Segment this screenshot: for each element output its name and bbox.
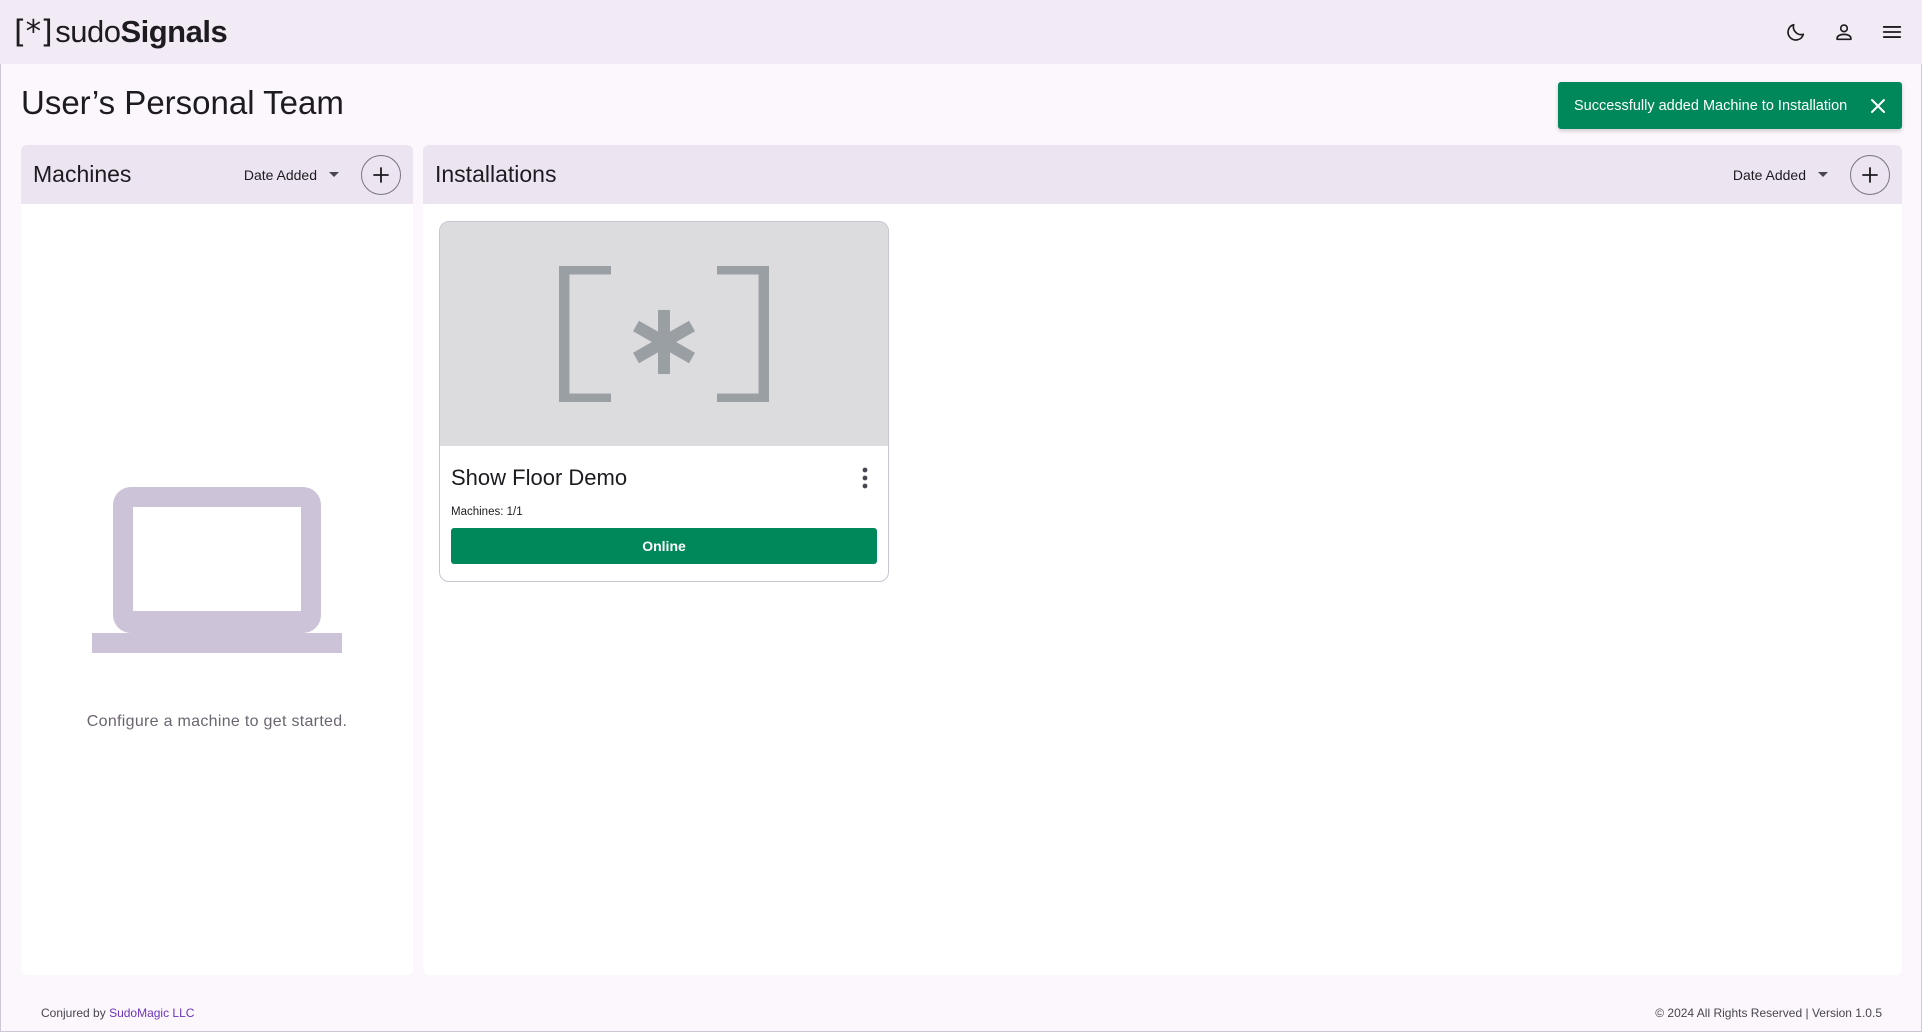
add-installation-button[interactable] <box>1850 154 1890 195</box>
logo-star: * <box>25 14 42 50</box>
app-logo[interactable]: [ * ] sudo Signals <box>14 12 228 52</box>
dropdown-arrow-icon <box>1818 172 1828 177</box>
sudosignals-placeholder-icon <box>559 266 769 402</box>
logo-text-light: sudo <box>55 14 121 49</box>
plus-icon <box>1862 166 1878 183</box>
more-vert-icon <box>862 467 868 489</box>
account-button[interactable] <box>1832 20 1856 44</box>
top-actions <box>1784 20 1904 44</box>
installation-card-body: Show Floor Demo Machines: 1/1 Online <box>440 446 888 564</box>
installations-panel-header: Installations Date Added <box>423 145 1902 204</box>
machines-empty-message: Configure a machine to get started. <box>86 713 348 730</box>
dark-mode-button[interactable] <box>1784 20 1808 44</box>
installation-card[interactable]: Show Floor Demo Machines: 1/1 Online <box>439 221 889 582</box>
toast-close-button[interactable] <box>1868 96 1888 116</box>
installation-more-button[interactable] <box>853 463 877 493</box>
footer-conjured-prefix: Conjured by <box>41 1006 106 1020</box>
logo-bracket-close: ] <box>40 14 53 50</box>
footer-credit: Conjured by SudoMagic LLC <box>41 1006 194 1020</box>
menu-icon <box>1882 26 1902 38</box>
installation-card-image <box>440 222 888 446</box>
top-app-bar: [ * ] sudo Signals <box>0 0 1922 64</box>
close-icon <box>1871 98 1885 113</box>
menu-button[interactable] <box>1880 20 1904 44</box>
moon-icon <box>1787 23 1805 41</box>
account-icon <box>1836 24 1852 41</box>
machines-empty-state: Configure a machine to get started. <box>21 485 413 731</box>
installations-panel-title: Installations <box>435 161 557 187</box>
logo-bracket-open: [ <box>14 14 26 50</box>
dropdown-arrow-icon <box>329 172 339 177</box>
page-title: User’s Personal Team <box>21 84 344 121</box>
add-machine-button[interactable] <box>361 154 401 195</box>
footer-company-link[interactable]: SudoMagic LLC <box>109 1006 194 1020</box>
installation-card-title-row: Show Floor Demo <box>451 446 877 510</box>
machines-panel-title: Machines <box>33 161 132 187</box>
machines-panel: Machines Date Added Configure a machine … <box>21 145 413 975</box>
logo-text-bold: Signals <box>120 14 228 49</box>
success-toast: Successfully added Machine to Installati… <box>1558 82 1902 129</box>
installation-name: Show Floor Demo <box>451 465 628 490</box>
plus-icon <box>373 166 389 183</box>
machines-sort-label: Date Added <box>243 166 317 183</box>
installation-status-button[interactable]: Online <box>451 528 877 564</box>
footer-copyright: © 2024 All Rights Reserved | Version 1.0… <box>1655 1006 1882 1020</box>
machines-panel-header: Machines Date Added <box>21 145 413 204</box>
machines-sort-select[interactable]: Date Added <box>244 167 339 183</box>
toast-message: Successfully added Machine to Installati… <box>1574 97 1848 114</box>
installations-sort-label: Date Added <box>1732 166 1806 183</box>
laptop-icon <box>92 487 342 653</box>
installations-sort-select[interactable]: Date Added <box>1733 167 1828 183</box>
installations-panel: Installations Date Added Show Floor Demo… <box>423 145 1902 975</box>
installation-machine-count: Machines: 1/1 <box>451 506 523 518</box>
